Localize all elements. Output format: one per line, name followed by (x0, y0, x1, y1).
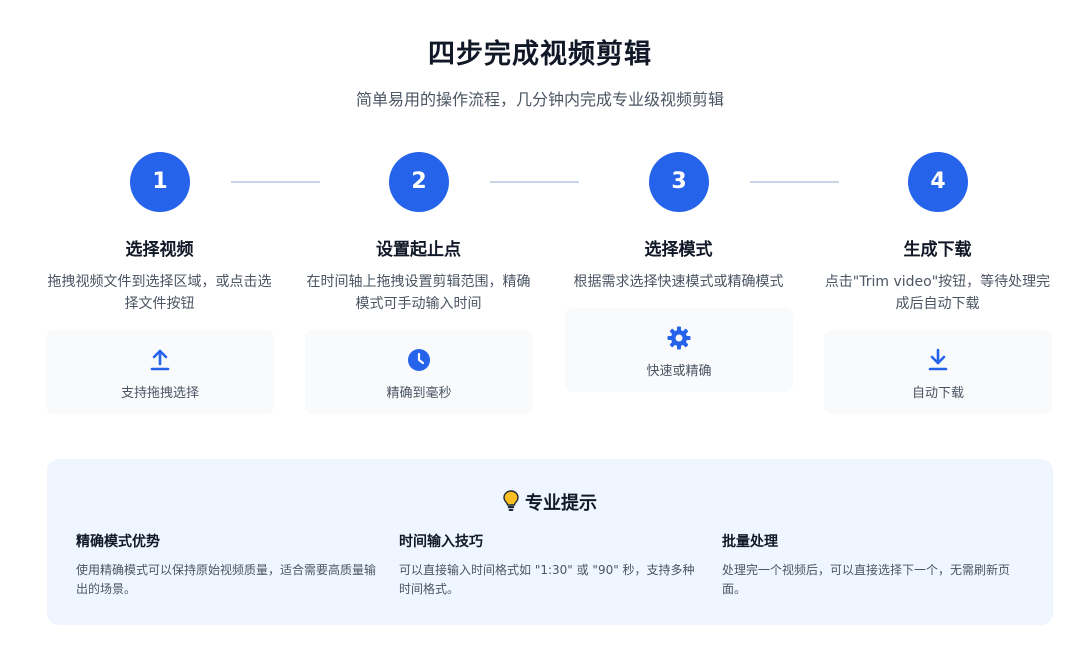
step-number-badge: 4 (908, 152, 968, 212)
step-feature-label: 快速或精确 (646, 364, 712, 379)
step-title: 选择视频 (125, 240, 194, 260)
step-feature-label: 精确到毫秒 (386, 386, 452, 401)
step-description: 拖拽视频文件到选择区域，或点击选择文件按钮 (47, 274, 272, 312)
tip-title: 批量处理 (722, 534, 778, 550)
step-title: 生成下载 (903, 240, 972, 260)
download-icon (824, 348, 1052, 372)
step-feature-card: 精确到毫秒 (305, 330, 533, 414)
tip-item: 精确模式优势 使用精确模式可以保持原始视频质量，适合需要高质量输出的场景。 (76, 531, 376, 599)
step-feature-label: 自动下载 (911, 386, 964, 401)
step-feature-label: 支持拖拽选择 (120, 386, 199, 401)
step-title: 设置起止点 (376, 240, 461, 260)
tip-title: 精确模式优势 (76, 534, 160, 550)
step-connector (750, 181, 839, 183)
step-feature-card: 自动下载 (824, 330, 1052, 414)
step-title: 选择模式 (644, 240, 713, 260)
pro-tips-panel: 专业提示 精确模式优势 使用精确模式可以保持原始视频质量，适合需要高质量输出的场… (47, 459, 1053, 625)
tip-item: 时间输入技巧 可以直接输入时间格式如 "1:30" 或 "90" 秒，支持多种时… (399, 531, 699, 599)
tip-description: 可以直接输入时间格式如 "1:30" 或 "90" 秒，支持多种时间格式。 (399, 563, 695, 596)
step-number-badge: 1 (130, 152, 190, 212)
tip-item: 批量处理 处理完一个视频后，可以直接选择下一个，无需刷新页面。 (722, 531, 1022, 599)
step-number-badge: 3 (649, 152, 709, 212)
page-subtitle: 简单易用的操作流程，几分钟内完成专业级视频剪辑 (355, 90, 724, 109)
clock-icon (305, 348, 533, 372)
step-number-badge: 2 (389, 152, 449, 212)
gear-icon (565, 326, 793, 350)
lightbulb-icon (503, 490, 519, 517)
tip-description: 使用精确模式可以保持原始视频质量，适合需要高质量输出的场景。 (76, 563, 377, 596)
step-description: 点击"Trim video"按钮，等待处理完成后自动下载 (824, 274, 1051, 312)
tip-description: 处理完一个视频后，可以直接选择下一个，无需刷新页面。 (722, 563, 1011, 596)
step-feature-card: 快速或精确 (565, 308, 793, 392)
pro-tips-heading: 专业提示 (47, 489, 1053, 517)
step-connector (231, 181, 320, 183)
tip-title: 时间输入技巧 (399, 534, 483, 550)
step-description: 根据需求选择快速模式或精确模式 (573, 274, 784, 290)
pro-tips-title: 专业提示 (525, 493, 597, 514)
step-description: 在时间轴上拖拽设置剪辑范围，精确模式可手动输入时间 (306, 274, 531, 312)
step-feature-card: 支持拖拽选择 (46, 330, 274, 414)
step-connector (490, 181, 579, 183)
upload-icon (46, 348, 274, 372)
page-title: 四步完成视频剪辑 (428, 39, 652, 70)
